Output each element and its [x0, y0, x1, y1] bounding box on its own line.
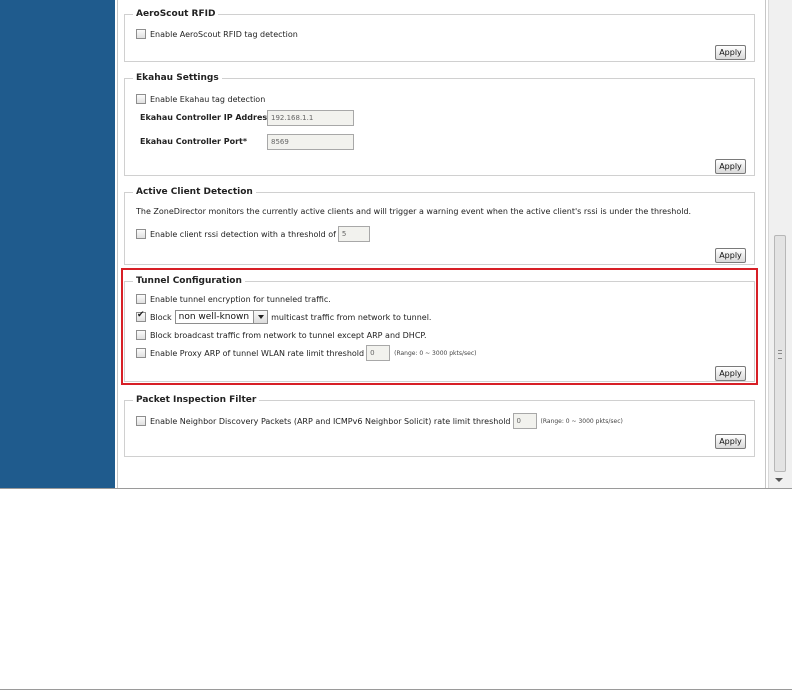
rssi-threshold-input[interactable]: 5: [337, 226, 370, 242]
active-client-description: The ZoneDirector monitors the currently …: [136, 207, 692, 216]
aeroscout-apply-button[interactable]: Apply: [715, 45, 746, 60]
ekahau-fieldset: Ekahau Settings Enable Ekahau tag detect…: [124, 71, 755, 176]
active-client-fieldset: Active Client Detection The ZoneDirector…: [124, 185, 755, 265]
packet-inspection-apply-button[interactable]: Apply: [715, 434, 746, 449]
rssi-detection-label: Enable client rssi detection with a thre…: [150, 229, 336, 239]
app-window: AeroScout RFID Enable AeroScout RFID tag…: [0, 0, 792, 489]
active-client-legend: Active Client Detection: [133, 185, 256, 199]
ekahau-ip-label: Ekahau Controller IP Address*: [140, 113, 277, 122]
aeroscout-enable-checkbox[interactable]: [136, 29, 146, 39]
neighbor-discovery-row: Enable Neighbor Discovery Packets (ARP a…: [136, 413, 623, 429]
ekahau-port-label: Ekahau Controller Port*: [140, 137, 248, 146]
aeroscout-enable-row: Enable AeroScout RFID tag detection: [136, 26, 298, 42]
neighbor-discovery-checkbox[interactable]: [136, 416, 146, 426]
aeroscout-fieldset: AeroScout RFID Enable AeroScout RFID tag…: [124, 7, 755, 62]
ekahau-port-input[interactable]: 8569: [267, 134, 354, 150]
rssi-detection-checkbox[interactable]: [136, 229, 146, 239]
ekahau-enable-row: Enable Ekahau tag detection: [136, 91, 265, 107]
aeroscout-enable-label: Enable AeroScout RFID tag detection: [150, 29, 298, 39]
scrollbar-thumb[interactable]: [774, 235, 786, 472]
ekahau-legend: Ekahau Settings: [133, 71, 222, 85]
aeroscout-legend: AeroScout RFID: [133, 7, 219, 21]
packet-inspection-fieldset: Packet Inspection Filter Enable Neighbor…: [124, 393, 755, 457]
left-navigation-panel: [0, 0, 115, 488]
vertical-scrollbar[interactable]: [768, 0, 792, 488]
ekahau-ip-input[interactable]: 192.168.1.1: [267, 110, 354, 126]
packet-inspection-legend: Packet Inspection Filter: [133, 393, 260, 407]
neighbor-discovery-range: (Range: 0 ~ 3000 pkts/sec): [540, 417, 623, 425]
ekahau-apply-button[interactable]: Apply: [715, 159, 746, 174]
scrollbar-grip-icon: [778, 350, 782, 359]
active-client-apply-button[interactable]: Apply: [715, 248, 746, 263]
ekahau-enable-checkbox[interactable]: [136, 94, 146, 104]
settings-content: AeroScout RFID Enable AeroScout RFID tag…: [115, 0, 768, 488]
bottom-divider: [0, 689, 792, 690]
active-client-enable-row: Enable client rssi detection with a thre…: [136, 226, 370, 242]
neighbor-discovery-label: Enable Neighbor Discovery Packets (ARP a…: [150, 416, 511, 426]
scroll-down-arrow-icon[interactable]: [775, 478, 783, 482]
ekahau-enable-label: Enable Ekahau tag detection: [150, 94, 266, 104]
tunnel-configuration-highlight: [121, 268, 758, 385]
neighbor-discovery-threshold-input[interactable]: 0: [512, 413, 537, 429]
